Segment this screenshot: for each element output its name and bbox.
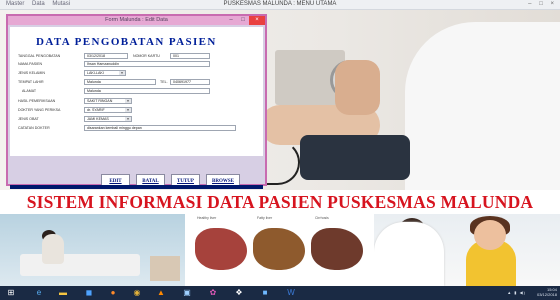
dropdown-arrow-icon[interactable]: ▾ — [125, 117, 131, 121]
photo-strip: Healthy liver Fatty liver Cirrhosis — [0, 214, 560, 286]
ie-icon[interactable]: e — [32, 287, 46, 299]
hero-doctor-hand — [335, 60, 380, 115]
hospital-bed — [20, 254, 140, 276]
photo-doctor-child — [374, 214, 560, 286]
main-window-title: PUSKESMAS MALUNDA : MENU UTAMA — [223, 1, 337, 7]
form-heading: DATA PENGOBATAN PASIEN — [36, 36, 217, 48]
jenis-kelamin-select[interactable]: LAKI-LAKI ▾ — [84, 70, 126, 76]
dropdown-arrow-icon[interactable]: ▾ — [125, 99, 131, 103]
liver-caption-healthy: Healthy liver — [197, 216, 217, 220]
doctor-white-coat — [374, 222, 444, 286]
tel-label: TEL. — [160, 80, 168, 84]
main-window-controls: – □ × — [528, 1, 557, 7]
windows-start-icon[interactable]: ⊞ — [4, 287, 18, 299]
hasil-pemeriksaan-label: HASIL PEMERIKSAAN — [18, 99, 56, 103]
nama-pasien-label: NAMA PASIEN — [18, 62, 43, 66]
jenis-kelamin-value: LAKI-LAKI — [87, 71, 104, 75]
word-icon[interactable]: W — [284, 287, 298, 299]
hasil-pemeriksaan-value: SAKIT RINGAN — [87, 99, 113, 103]
child-face — [474, 220, 506, 250]
tempat-lahir-input[interactable]: Malunda — [84, 79, 156, 85]
liver-fatty-image — [253, 228, 305, 270]
batal-button-label: BATAL — [142, 179, 159, 184]
maximize-button[interactable]: □ — [539, 1, 546, 7]
tel-input[interactable]: 040691977 — [170, 79, 210, 85]
edit-button-label: EDIT — [109, 179, 122, 184]
hero-blood-pressure-cuff — [300, 135, 410, 180]
dialog-minimize-button[interactable]: – — [225, 16, 237, 25]
dokter-select[interactable]: dr. SYARIF ▾ — [84, 107, 132, 113]
vlc-icon[interactable]: ▲ — [154, 287, 168, 299]
paint-icon[interactable]: ✿ — [206, 287, 220, 299]
dialog-bottom-strip — [10, 185, 263, 189]
file-explorer-icon[interactable]: ▬ — [56, 287, 70, 299]
photos-icon[interactable]: ▣ — [180, 287, 194, 299]
hasil-pemeriksaan-select[interactable]: SAKIT RINGAN ▾ — [84, 98, 132, 104]
jenis-kelamin-label: JENIS KELAMIN — [18, 71, 45, 75]
app-icon-2[interactable]: ■ — [258, 287, 272, 299]
dokter-value: dr. SYARIF — [87, 108, 105, 112]
liver-caption-fatty: Fatty liver — [257, 216, 273, 220]
tanggal-input[interactable]: 03/12/2018 — [84, 53, 128, 59]
dropdown-arrow-icon[interactable]: ▾ — [119, 71, 125, 75]
hero-doctor-coat — [405, 22, 560, 190]
liver-cirrhosis-image — [311, 228, 363, 270]
edit-data-dialog: Form Malunda : Edit Data – □ × DATA PENGOB… — [6, 14, 267, 189]
clock-date: 03/12/2018 — [536, 292, 557, 297]
dokter-label: DOKTER YANG PERIKSA — [18, 108, 61, 112]
dialog-title-bar: Form Malunda : Edit Data – □ × — [8, 16, 265, 25]
jenis-obat-select[interactable]: JAMI KEMAS ▾ — [84, 116, 132, 122]
tutup-button-label: TUTUP — [177, 179, 194, 184]
jenis-obat-value: JAMI KEMAS — [87, 117, 109, 121]
nomor-kartu-input[interactable]: 001 — [170, 53, 210, 59]
photo-hospital-ward — [0, 214, 185, 286]
dialog-title: Form Malunda : Edit Data — [105, 17, 168, 23]
jenis-obat-label: JENIS OBAT — [18, 117, 39, 121]
patient-figure — [42, 234, 64, 264]
tempat-lahir-label: TEMPAT LAHIR — [18, 80, 44, 84]
photo-liver-stages: Healthy liver Fatty liver Cirrhosis — [187, 214, 372, 286]
bedside-table — [150, 256, 180, 281]
close-button[interactable]: × — [550, 1, 557, 7]
dropdown-arrow-icon[interactable]: ▾ — [125, 108, 131, 112]
main-title-bar: Master Data Mutasi PUSKESMAS MALUNDA : M… — [0, 0, 560, 10]
chrome-icon[interactable]: ◉ — [130, 287, 144, 299]
form-panel: DATA PENGOBATAN PASIEN TANGGAL PENGOBATA… — [10, 27, 263, 156]
app-icon[interactable]: ❖ — [232, 287, 246, 299]
liver-caption-cirrhosis: Cirrhosis — [315, 216, 329, 220]
firefox-icon[interactable]: ● — [106, 287, 120, 299]
nomor-kartu-label: NOMOR KARTU — [133, 54, 160, 58]
alamat-input[interactable]: Malunda — [84, 88, 210, 94]
browse-button-label: BROWSE — [212, 179, 234, 184]
minimize-button[interactable]: – — [528, 1, 534, 7]
catatan-dokter-input[interactable]: disarankan kembali minggu depan — [84, 125, 236, 131]
tanggal-label: TANGGAL PENGOBATAN — [18, 54, 61, 58]
catatan-dokter-label: CATATAN DOKTER — [18, 126, 50, 130]
store-icon[interactable]: ◼ — [82, 287, 96, 299]
nama-pasien-input[interactable]: Ihsan Hamzanuddin — [84, 61, 210, 67]
alamat-label: ALAMAT — [22, 89, 37, 93]
dialog-maximize-button[interactable]: □ — [237, 16, 249, 25]
system-banner-title: SISTEM INFORMASI DATA PASIEN PUSKESMAS M… — [0, 190, 560, 214]
dialog-window-controls: – □ × — [225, 16, 265, 25]
dialog-close-button[interactable]: × — [249, 16, 265, 25]
system-clock[interactable]: 15:04 03/12/2018 — [537, 287, 557, 297]
system-tray-icons[interactable]: ▲ ▮ ◀) — [507, 290, 526, 295]
windows-taskbar: ⊞ e ▬ ◼ ● ◉ ▲ ▣ ✿ ❖ ■ W ▲ ▮ ◀) 15:04 03/… — [0, 286, 560, 300]
liver-healthy-image — [195, 228, 247, 270]
